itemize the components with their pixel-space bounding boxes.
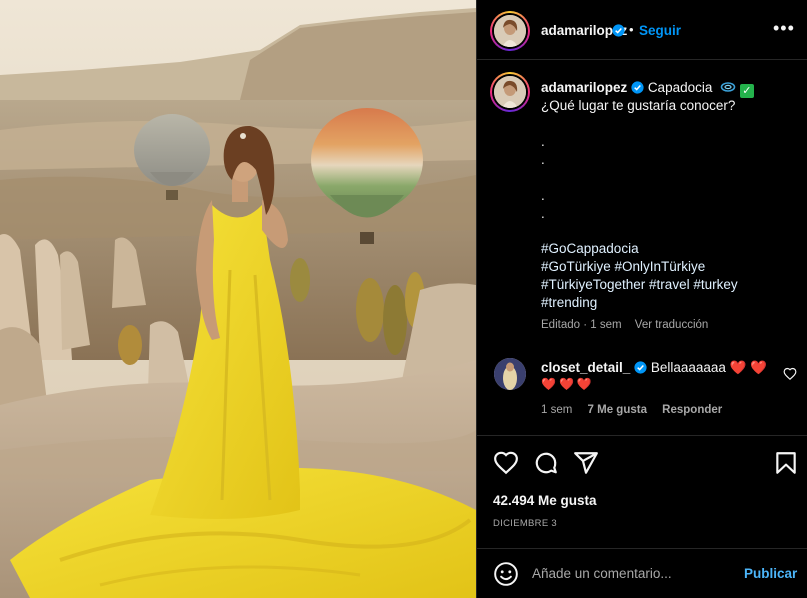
hashtag-line[interactable]: #GoTürkiye #OnlyInTürkiye — [541, 259, 705, 274]
caption-question: ¿Qué lugar te gustaría conocer? — [541, 98, 736, 113]
comment-meta: 1 sem 7 Me gusta Responder — [541, 404, 734, 416]
caption-avatar[interactable] — [490, 72, 530, 112]
smile-icon[interactable] — [493, 561, 519, 587]
caption-meta: Editado · 1 sem Ver traducción — [541, 319, 708, 331]
caption-dot: . — [541, 134, 545, 149]
hashtag-line[interactable]: #trending — [541, 295, 597, 310]
hashtag-line[interactable]: #TürkiyeTogether #travel #turkey — [541, 277, 738, 292]
comment-item: closet_detail_ Bellaaaaaaa ❤️ ❤️ ❤️❤️❤️ … — [477, 355, 807, 425]
see-translation-link[interactable]: Ver traducción — [635, 319, 709, 331]
caption-first-line: adamarilopez Capadocia ✓ — [541, 80, 754, 98]
edited-time: 1 sem — [590, 319, 622, 331]
check-emoji-icon: ✓ — [739, 84, 754, 98]
verified-badge-icon — [631, 81, 644, 94]
cappadocia-photo — [0, 0, 476, 598]
caption-location-text: Capadocia — [647, 80, 713, 95]
caption-avatar-image — [494, 76, 526, 108]
comment-like-heart-icon[interactable] — [783, 367, 797, 381]
post-header: adamarilopez • Seguir ••• — [477, 0, 807, 60]
caption-dot: . — [541, 206, 545, 221]
commenter-avatar-image — [494, 358, 526, 390]
heart-icon[interactable] — [493, 450, 519, 476]
comment-hearts: ❤️❤️❤️ — [541, 377, 595, 391]
post-date: DICIEMBRE 3 — [493, 518, 558, 529]
follow-button[interactable]: Seguir — [639, 23, 681, 38]
post-photo[interactable] — [0, 0, 476, 598]
likes-count[interactable]: 42.494 Me gusta — [493, 493, 597, 508]
comment-time: 1 sem — [541, 404, 573, 416]
verified-badge-icon — [634, 361, 647, 374]
caption-dot: . — [541, 188, 545, 203]
edited-label: Editado — [541, 319, 581, 331]
commenter-avatar[interactable] — [494, 358, 526, 390]
publish-button[interactable]: Publicar — [744, 566, 797, 581]
comment-composer: Publicar — [477, 548, 807, 598]
instagram-post-modal: adamarilopez • Seguir ••• adamarilopez C… — [0, 0, 807, 598]
hashtag-line[interactable]: #GoCappadocia — [541, 241, 639, 256]
author-avatar[interactable] — [490, 11, 530, 51]
comment-first-line: closet_detail_ Bellaaaaaaa ❤️ ❤️ — [541, 360, 767, 376]
comment-icon[interactable] — [533, 450, 559, 476]
caption-dot: . — [541, 152, 545, 167]
post-actions: 42.494 Me gusta DICIEMBRE 3 — [477, 435, 807, 548]
comment-text: Bellaaaaaaa — [650, 360, 726, 375]
comment-input[interactable] — [532, 563, 712, 583]
caption-username[interactable]: adamarilopez — [541, 80, 627, 95]
more-options-icon[interactable]: ••• — [773, 18, 795, 39]
comment-hearts-inline: ❤️ ❤️ — [729, 360, 768, 375]
commenter-username[interactable]: closet_detail_ — [541, 360, 630, 375]
post-side-panel: adamarilopez • Seguir ••• adamarilopez C… — [476, 0, 807, 598]
comment-likes[interactable]: 7 Me gusta — [588, 404, 647, 416]
bookmark-icon[interactable] — [773, 450, 799, 476]
swirl-emoji-icon — [720, 82, 736, 92]
author-avatar-image — [494, 15, 526, 47]
reply-button[interactable]: Responder — [662, 404, 722, 416]
header-separator: • — [629, 22, 634, 37]
verified-badge-icon — [612, 24, 625, 37]
share-icon[interactable] — [573, 450, 599, 476]
